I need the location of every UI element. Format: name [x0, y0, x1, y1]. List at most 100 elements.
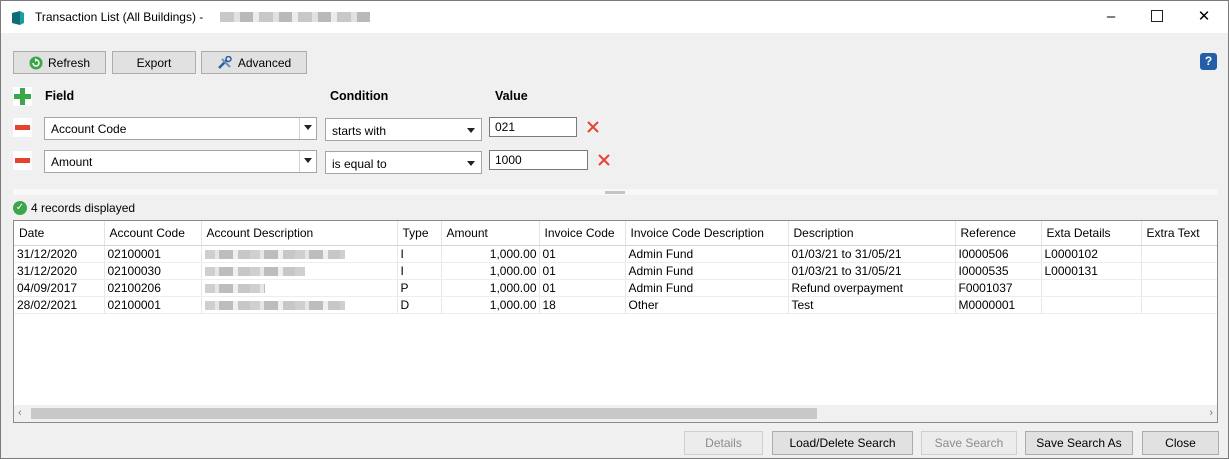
cell-amount: 1,000.00 — [441, 245, 540, 263]
cell-extra-text — [1141, 279, 1217, 297]
cell-account-code: 02100001 — [104, 296, 202, 314]
clear-value-x-icon[interactable] — [597, 153, 611, 167]
cell-description: 01/03/21 to 31/05/21 — [788, 245, 956, 263]
panel-splitter[interactable] — [13, 189, 1218, 195]
cell-reference: F0001037 — [955, 279, 1042, 297]
load-delete-search-button[interactable]: Load/Delete Search — [772, 431, 913, 455]
column-header-description[interactable]: Description — [788, 221, 956, 246]
cell-type: D — [397, 296, 442, 314]
cell-extra-details: L0000102 — [1041, 245, 1142, 263]
redacted-text — [204, 249, 345, 259]
condition-dropdown[interactable]: starts with — [325, 118, 482, 141]
cell-invoice-code-description: Admin Fund — [625, 245, 789, 263]
condition-dropdown-value: starts with — [332, 124, 387, 138]
field-dropdown-value: Account Code — [51, 122, 127, 136]
minimize-button[interactable]: – — [1088, 1, 1134, 33]
cell-reference: I0000506 — [955, 245, 1042, 263]
splitter-grip — [605, 191, 625, 194]
close-button[interactable]: Close — [1142, 431, 1219, 455]
export-label: Export — [136, 55, 172, 70]
field-dropdown-value: Amount — [51, 155, 93, 169]
column-header-type[interactable]: Type — [397, 221, 442, 246]
table-row[interactable]: 31/12/2020 02100030 I 1,000.00 01 Admin … — [14, 262, 1217, 280]
chevron-down-icon — [304, 125, 312, 130]
advanced-button[interactable]: Advanced — [201, 51, 307, 74]
scroll-left-arrow-icon[interactable]: ‹ — [18, 407, 22, 419]
condition-column-header: Condition — [330, 89, 389, 103]
cell-type: P — [397, 279, 442, 297]
clear-value-x-icon[interactable] — [586, 120, 600, 134]
maximize-icon — [1151, 9, 1163, 22]
cell-amount: 1,000.00 — [441, 279, 540, 297]
redacted-building-name — [220, 12, 370, 22]
cell-account-description — [201, 279, 398, 297]
records-status: ✓ 4 records displayed — [13, 201, 135, 215]
export-button[interactable]: Export — [112, 51, 196, 74]
scrollbar-thumb[interactable] — [31, 408, 817, 419]
cell-invoice-code-description: Admin Fund — [625, 279, 789, 297]
cell-account-code: 02100206 — [104, 279, 202, 297]
details-button[interactable]: Details — [684, 431, 763, 455]
transactions-table: Date Account Code Account Description Ty… — [14, 221, 1217, 314]
value-input[interactable]: 1000 — [489, 150, 588, 170]
condition-dropdown[interactable]: is equal to — [325, 151, 482, 174]
grid-header-row: Date Account Code Account Description Ty… — [14, 221, 1217, 246]
cell-extra-details — [1041, 279, 1142, 297]
cell-description: Test — [788, 296, 956, 314]
field-column-header: Field — [45, 89, 75, 103]
cell-account-description — [201, 262, 398, 280]
field-dropdown[interactable]: Amount — [44, 150, 317, 173]
title-bar: Transaction List (All Buildings) - – ✕ — [1, 1, 1228, 33]
table-row[interactable]: 28/02/2021 02100001 D 1,000.00 18 Other … — [14, 296, 1217, 314]
cell-invoice-code-description: Other — [625, 296, 789, 314]
cell-extra-details — [1041, 296, 1142, 314]
refresh-button[interactable]: Refresh — [13, 51, 106, 74]
horizontal-scrollbar[interactable]: ‹ › — [14, 405, 1217, 422]
remove-filter-minus-icon[interactable] — [13, 118, 32, 137]
transactions-grid: Date Account Code Account Description Ty… — [13, 220, 1218, 423]
column-header-extra-text[interactable]: Extra Text — [1141, 221, 1217, 246]
tools-icon — [217, 55, 232, 69]
cell-invoice-code: 01 — [539, 245, 626, 263]
scroll-right-arrow-icon[interactable]: › — [1209, 407, 1213, 419]
field-dropdown[interactable]: Account Code — [44, 117, 317, 140]
condition-dropdown-value: is equal to — [332, 157, 387, 171]
cell-amount: 1,000.00 — [441, 262, 540, 280]
column-header-account-code[interactable]: Account Code — [104, 221, 202, 246]
records-status-text: 4 records displayed — [31, 201, 136, 215]
remove-filter-minus-icon[interactable] — [13, 151, 32, 170]
save-search-as-button[interactable]: Save Search As — [1025, 431, 1133, 455]
cell-account-code: 02100001 — [104, 245, 202, 263]
cell-invoice-code: 01 — [539, 262, 626, 280]
table-row[interactable]: 31/12/2020 02100001 I 1,000.00 01 Admin … — [14, 245, 1217, 263]
column-header-invoice-code[interactable]: Invoice Code — [539, 221, 626, 246]
value-column-header: Value — [495, 89, 528, 103]
value-input[interactable]: 021 — [489, 117, 577, 137]
cell-reference: M0000001 — [955, 296, 1042, 314]
cell-invoice-code-description: Admin Fund — [625, 262, 789, 280]
cell-date: 04/09/2017 — [14, 279, 105, 297]
column-header-invoice-code-description[interactable]: Invoice Code Description — [625, 221, 789, 246]
column-header-exta-details[interactable]: Exta Details — [1041, 221, 1142, 246]
cell-description: Refund overpayment — [788, 279, 956, 297]
cell-extra-details: L0000131 — [1041, 262, 1142, 280]
maximize-button[interactable] — [1134, 1, 1180, 33]
column-header-reference[interactable]: Reference — [955, 221, 1042, 246]
checkmark-icon: ✓ — [13, 201, 27, 215]
close-window-button[interactable]: ✕ — [1181, 1, 1227, 33]
help-icon[interactable]: ? — [1200, 53, 1217, 70]
cell-invoice-code: 18 — [539, 296, 626, 314]
cell-type: I — [397, 245, 442, 263]
cell-date: 31/12/2020 — [14, 245, 105, 263]
add-filter-plus-icon[interactable] — [13, 87, 32, 106]
save-search-button[interactable]: Save Search — [921, 431, 1017, 455]
refresh-icon — [29, 56, 43, 69]
cell-invoice-code: 01 — [539, 279, 626, 297]
transaction-list-window: Transaction List (All Buildings) - – ✕ R… — [0, 0, 1229, 459]
table-row[interactable]: 04/09/2017 02100206 P 1,000.00 01 Admin … — [14, 279, 1217, 297]
cell-date: 28/02/2021 — [14, 296, 105, 314]
column-header-account-description[interactable]: Account Description — [201, 221, 398, 246]
column-header-date[interactable]: Date — [14, 221, 105, 246]
column-header-amount[interactable]: Amount — [441, 221, 540, 246]
chevron-down-icon — [467, 128, 475, 133]
